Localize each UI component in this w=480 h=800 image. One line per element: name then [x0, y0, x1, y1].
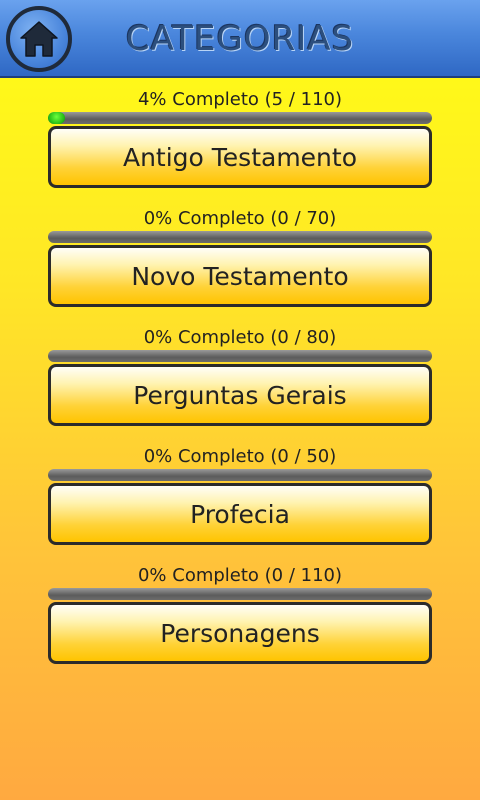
progress-label: 0% Completo (0 / 80) — [143, 327, 337, 348]
category-novo-testamento: 0% Completo (0 / 70) Novo Testamento — [48, 207, 432, 307]
progress-bar — [48, 469, 432, 481]
progress-bar — [48, 112, 432, 124]
progress-fill — [48, 112, 66, 124]
category-button-perguntas-gerais[interactable]: Perguntas Gerais — [48, 364, 432, 426]
category-button-novo-testamento[interactable]: Novo Testamento — [48, 245, 432, 307]
category-perguntas-gerais: 0% Completo (0 / 80) Perguntas Gerais — [48, 326, 432, 426]
progress-label: 0% Completo (0 / 50) — [143, 446, 337, 467]
progress-label: 0% Completo (0 / 110) — [137, 565, 343, 586]
category-button-profecia[interactable]: Profecia — [48, 483, 432, 545]
progress-bar — [48, 588, 432, 600]
home-icon — [20, 21, 58, 57]
progress-label: 4% Completo (5 / 110) — [137, 89, 343, 110]
page-title: CATEGORIAS — [125, 19, 355, 59]
progress-label: 0% Completo (0 / 70) — [143, 208, 337, 229]
top-bar: CATEGORIAS — [0, 0, 480, 78]
category-antigo-testamento: 4% Completo (5 / 110) Antigo Testamento — [48, 88, 432, 188]
progress-bar — [48, 231, 432, 243]
progress-bar — [48, 350, 432, 362]
category-personagens: 0% Completo (0 / 110) Personagens — [48, 564, 432, 664]
home-button[interactable] — [6, 6, 72, 72]
category-profecia: 0% Completo (0 / 50) Profecia — [48, 445, 432, 545]
category-button-antigo-testamento[interactable]: Antigo Testamento — [48, 126, 432, 188]
category-button-personagens[interactable]: Personagens — [48, 602, 432, 664]
